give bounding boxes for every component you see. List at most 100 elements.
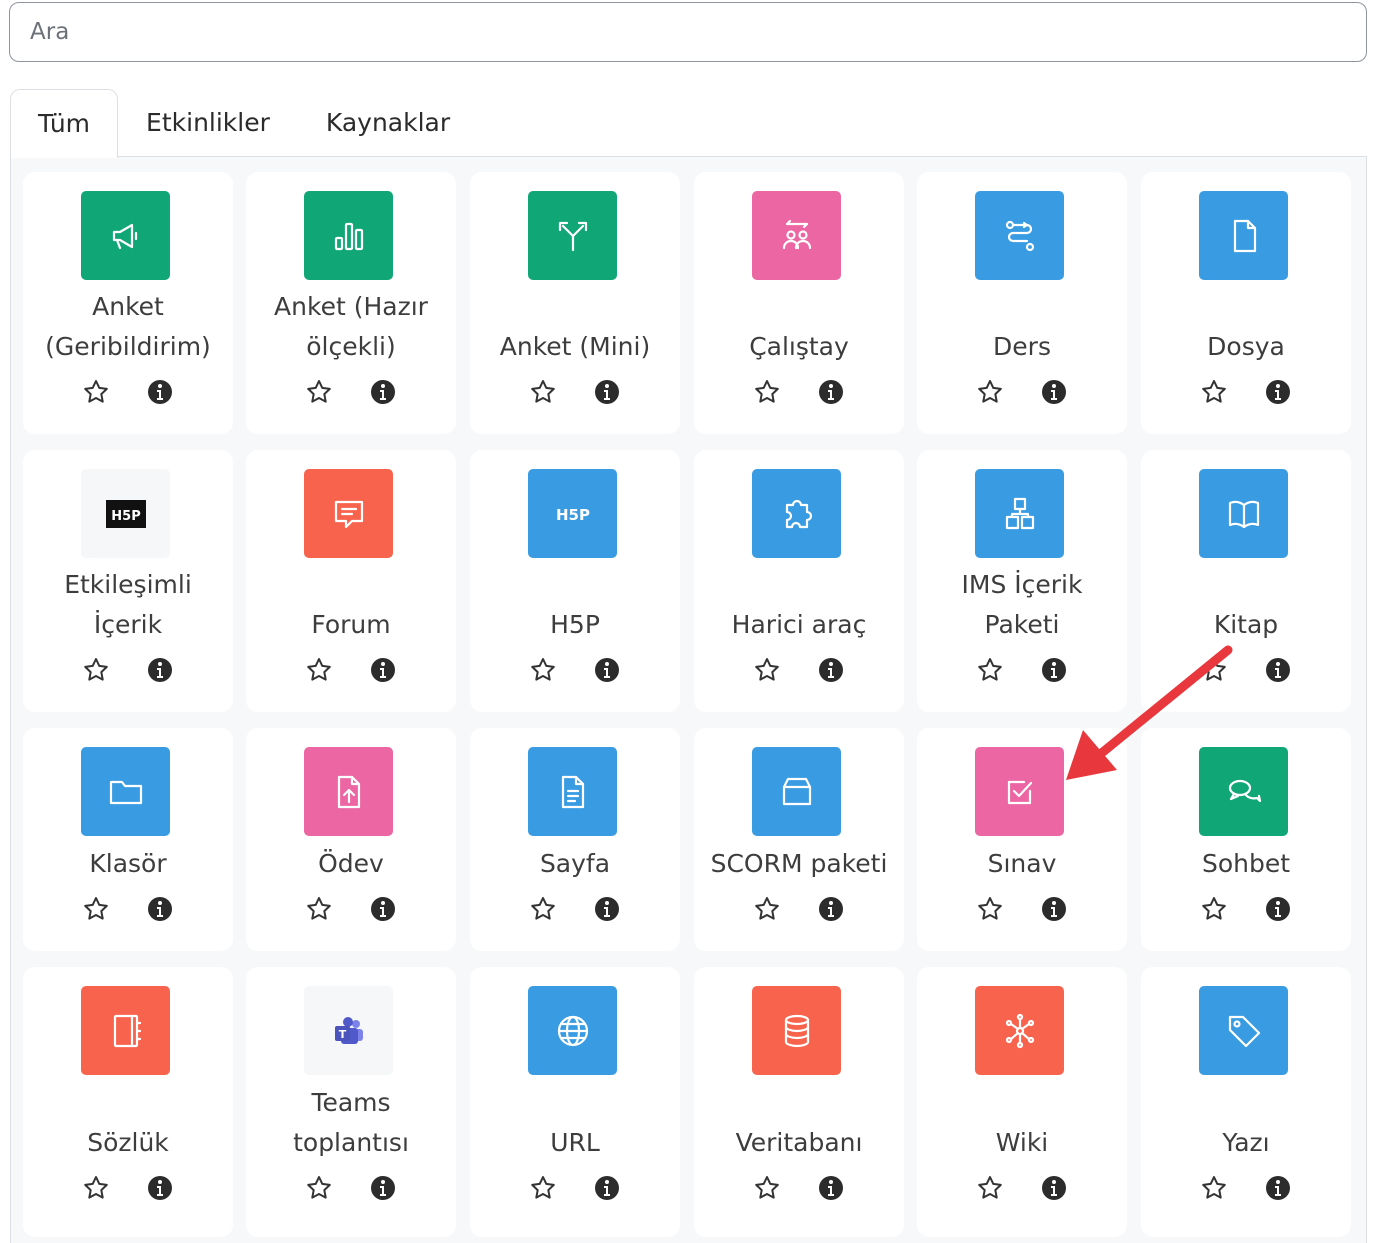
info-circle-icon[interactable] (1039, 655, 1069, 685)
people-exchange-icon (752, 191, 841, 280)
info-circle-icon[interactable] (145, 894, 175, 924)
star-outline-icon[interactable] (81, 1173, 111, 1203)
info-circle-icon[interactable] (816, 1173, 846, 1203)
star-outline-icon[interactable] (752, 377, 782, 407)
module-card[interactable]: Veritabanı (694, 967, 904, 1237)
module-card[interactable]: IMS İçerik Paketi (917, 450, 1127, 712)
module-card[interactable]: SCORM paketi (694, 728, 904, 951)
star-outline-icon[interactable] (304, 655, 334, 685)
star-outline-icon[interactable] (1199, 655, 1229, 685)
module-label: Veritabanı (735, 1128, 863, 1157)
module-card[interactable]: Çalıştay (694, 172, 904, 434)
info-circle-icon[interactable] (368, 655, 398, 685)
module-label: Sözlük (87, 1128, 169, 1157)
module-card[interactable]: Sınav (917, 728, 1127, 951)
module-card[interactable]: Ödev (246, 728, 456, 951)
info-circle-icon[interactable] (592, 894, 622, 924)
info-circle-icon[interactable] (368, 894, 398, 924)
search-box[interactable] (9, 2, 1367, 62)
path-icon (975, 191, 1064, 280)
info-circle-icon[interactable] (1263, 377, 1293, 407)
star-outline-icon[interactable] (752, 1173, 782, 1203)
module-card[interactable]: Kitap (1141, 450, 1351, 712)
module-label: Harici araç (731, 610, 867, 639)
star-outline-icon[interactable] (1199, 377, 1229, 407)
module-card[interactable]: Wiki (917, 967, 1127, 1237)
star-outline-icon[interactable] (975, 655, 1005, 685)
module-actions (23, 377, 233, 407)
star-outline-icon[interactable] (975, 1173, 1005, 1203)
module-card[interactable]: Anket (Geribildirim) (23, 172, 233, 434)
tab-bar: Tüm Etkinlikler Kaynaklar (10, 89, 478, 158)
teams-logo-icon: T (304, 986, 393, 1075)
info-circle-icon[interactable] (1263, 655, 1293, 685)
star-outline-icon[interactable] (975, 894, 1005, 924)
star-outline-icon[interactable] (752, 894, 782, 924)
module-card[interactable]: H5P H5P (470, 450, 680, 712)
info-circle-icon[interactable] (816, 655, 846, 685)
star-outline-icon[interactable] (528, 1173, 558, 1203)
star-outline-icon[interactable] (752, 655, 782, 685)
notebook-icon (81, 986, 170, 1075)
module-card[interactable]: Klasör (23, 728, 233, 951)
info-circle-icon[interactable] (816, 377, 846, 407)
chat-bubble-icon (304, 469, 393, 558)
info-circle-icon[interactable] (145, 377, 175, 407)
info-circle-icon[interactable] (145, 655, 175, 685)
module-actions (917, 1173, 1127, 1203)
search-input[interactable] (10, 3, 1366, 61)
star-outline-icon[interactable] (975, 377, 1005, 407)
star-outline-icon[interactable] (304, 894, 334, 924)
star-outline-icon[interactable] (81, 655, 111, 685)
star-outline-icon[interactable] (304, 1173, 334, 1203)
module-card[interactable]: Sohbet (1141, 728, 1351, 951)
info-circle-icon[interactable] (1263, 894, 1293, 924)
module-actions (23, 655, 233, 685)
module-actions (470, 894, 680, 924)
module-card[interactable]: Forum (246, 450, 456, 712)
star-outline-icon[interactable] (1199, 1173, 1229, 1203)
module-card[interactable]: URL (470, 967, 680, 1237)
star-outline-icon[interactable] (528, 655, 558, 685)
module-actions (917, 894, 1127, 924)
info-circle-icon[interactable] (592, 655, 622, 685)
module-actions (470, 655, 680, 685)
module-card[interactable]: T Teams toplantısı (246, 967, 456, 1237)
module-actions (694, 1173, 904, 1203)
info-circle-icon[interactable] (1039, 377, 1069, 407)
module-label: Anket (Hazır (274, 292, 428, 321)
info-circle-icon[interactable] (1039, 1173, 1069, 1203)
info-circle-icon[interactable] (145, 1173, 175, 1203)
module-card[interactable]: Ders (917, 172, 1127, 434)
info-circle-icon[interactable] (592, 377, 622, 407)
module-label: Çalıştay (749, 332, 849, 361)
module-label: URL (550, 1128, 600, 1157)
module-card[interactable]: Anket (Hazır ölçekli) (246, 172, 456, 434)
info-circle-icon[interactable] (1263, 1173, 1293, 1203)
info-circle-icon[interactable] (368, 1173, 398, 1203)
info-circle-icon[interactable] (368, 377, 398, 407)
module-card[interactable]: Sayfa (470, 728, 680, 951)
module-card[interactable]: Harici araç (694, 450, 904, 712)
database-icon (752, 986, 841, 1075)
module-card[interactable]: Dosya (1141, 172, 1351, 434)
module-card[interactable]: Anket (Mini) (470, 172, 680, 434)
star-outline-icon[interactable] (81, 894, 111, 924)
module-card[interactable]: Yazı (1141, 967, 1351, 1237)
info-circle-icon[interactable] (1039, 894, 1069, 924)
tab-activities[interactable]: Etkinlikler (118, 89, 298, 157)
star-outline-icon[interactable] (304, 377, 334, 407)
module-label: H5P (550, 610, 600, 639)
module-card[interactable]: Sözlük (23, 967, 233, 1237)
module-card[interactable]: H5P Etkileşimli İçerik (23, 450, 233, 712)
tab-all[interactable]: Tüm (10, 89, 119, 158)
star-outline-icon[interactable] (81, 377, 111, 407)
info-circle-icon[interactable] (592, 1173, 622, 1203)
module-label: Dosya (1207, 332, 1285, 361)
star-outline-icon[interactable] (528, 377, 558, 407)
tab-resources[interactable]: Kaynaklar (298, 89, 478, 157)
star-outline-icon[interactable] (528, 894, 558, 924)
star-outline-icon[interactable] (1199, 894, 1229, 924)
package-icon (752, 747, 841, 836)
info-circle-icon[interactable] (816, 894, 846, 924)
